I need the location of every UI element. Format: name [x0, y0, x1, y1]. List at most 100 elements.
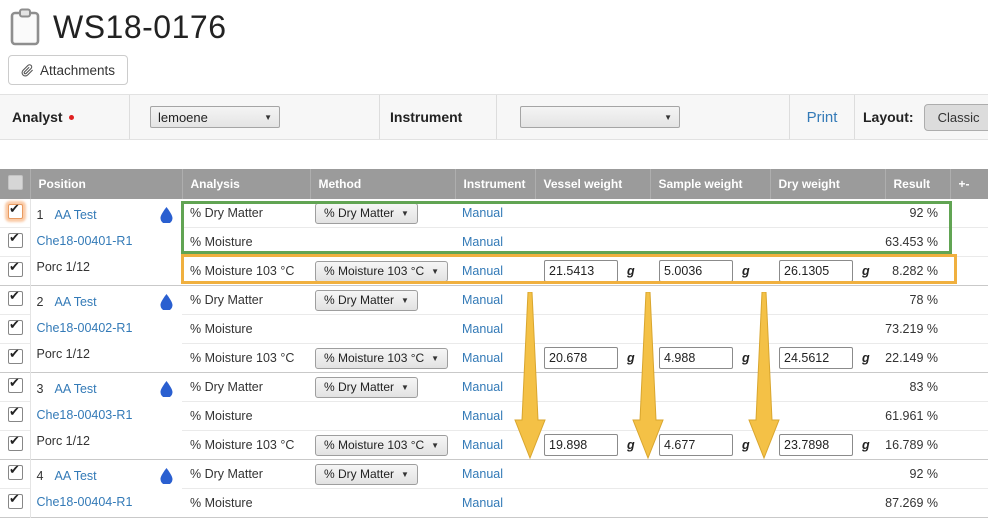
- instrument-link[interactable]: Manual: [462, 467, 503, 481]
- caret-down-icon: ▼: [431, 354, 439, 363]
- analysis-name: % Moisture 103 °C: [182, 431, 310, 460]
- worksheet-table-wrap: Position Analysis Method Instrument Vess…: [0, 169, 988, 518]
- instrument-select[interactable]: ▼: [520, 106, 680, 128]
- row-checkbox[interactable]: ✔: [8, 436, 23, 451]
- check-icon: ✔: [9, 376, 20, 389]
- instrument-link[interactable]: Manual: [462, 206, 503, 220]
- caret-down-icon: ▼: [664, 113, 672, 122]
- client-reference: Porc 1/12: [37, 254, 175, 280]
- sample-name-link[interactable]: AA Test: [55, 295, 97, 309]
- check-icon: ✔: [9, 202, 20, 215]
- method-dropdown[interactable]: % Dry Matter▼: [315, 377, 418, 398]
- select-all-checkbox[interactable]: [8, 175, 23, 190]
- check-icon: ✔: [9, 318, 20, 331]
- instrument-link[interactable]: Manual: [462, 409, 503, 423]
- sample-id-link[interactable]: Che18-00402-R1: [37, 321, 133, 335]
- page-header: WS18-0176: [10, 8, 226, 46]
- sample-id-link[interactable]: Che18-00401-R1: [37, 234, 133, 248]
- vessel-weight-input[interactable]: [544, 260, 618, 282]
- instrument-link[interactable]: Manual: [462, 380, 503, 394]
- print-cell: Print: [790, 95, 855, 139]
- sample-block: ✔3AA TestChe18-00403-R1Porc 1/12% Dry Ma…: [0, 373, 988, 460]
- method-dropdown[interactable]: % Moisture 103 °C▼: [315, 435, 448, 456]
- row-checkbox[interactable]: ✔: [8, 291, 23, 306]
- row-checkbox[interactable]: ✔: [8, 407, 23, 422]
- sample-id-link[interactable]: Che18-00404-R1: [37, 495, 133, 509]
- row-checkbox[interactable]: ✔: [8, 262, 23, 277]
- row-checkbox[interactable]: ✔: [8, 320, 23, 335]
- layout-label: Layout:: [863, 109, 914, 125]
- result-value: 63.453 %: [885, 228, 950, 257]
- method-dropdown[interactable]: % Moisture 103 °C ▼: [315, 261, 448, 282]
- method-dropdown[interactable]: % Moisture 103 °C▼: [315, 348, 448, 369]
- dry-weight-input[interactable]: [779, 434, 853, 456]
- analysis-row: ✔3AA TestChe18-00403-R1Porc 1/12% Dry Ma…: [0, 373, 988, 402]
- instrument-link[interactable]: Manual: [462, 322, 503, 336]
- method-dropdown[interactable]: % Dry Matter▼: [315, 203, 418, 224]
- caret-down-icon: ▼: [431, 267, 439, 276]
- page-title: WS18-0176: [53, 9, 226, 46]
- sample-weight-input[interactable]: [659, 347, 733, 369]
- method-dropdown[interactable]: % Dry Matter▼: [315, 464, 418, 485]
- add-remove-cell: [950, 286, 988, 315]
- sample-id-link[interactable]: Che18-00403-R1: [37, 408, 133, 422]
- method-dropdown[interactable]: % Dry Matter▼: [315, 290, 418, 311]
- unit-label: g: [742, 264, 750, 278]
- instrument-link[interactable]: Manual: [462, 438, 503, 452]
- result-value: 78 %: [885, 286, 950, 315]
- header-add-remove: +-: [950, 169, 988, 199]
- sample-weight-input[interactable]: [659, 260, 733, 282]
- row-checkbox[interactable]: ✔: [8, 204, 23, 219]
- add-remove-cell: [950, 199, 988, 228]
- sample-weight-input[interactable]: [659, 434, 733, 456]
- add-remove-cell: [950, 315, 988, 344]
- unit-label: g: [862, 351, 870, 365]
- analyst-cell: Analyst: [0, 95, 130, 139]
- header-instrument: Instrument: [455, 169, 535, 199]
- row-checkbox[interactable]: ✔: [8, 465, 23, 480]
- row-checkbox[interactable]: ✔: [8, 233, 23, 248]
- analyst-select-value: lemoene: [158, 110, 208, 125]
- caret-down-icon: ▼: [431, 441, 439, 450]
- analyst-select[interactable]: lemoene ▼: [150, 106, 280, 128]
- table-header: Position Analysis Method Instrument Vess…: [0, 169, 988, 199]
- vessel-weight-input[interactable]: [544, 434, 618, 456]
- worksheet-table: Position Analysis Method Instrument Vess…: [0, 169, 988, 518]
- method-dropdown-value: % Dry Matter: [324, 293, 394, 307]
- add-remove-cell: [950, 228, 988, 257]
- analysis-name: % Dry Matter: [182, 373, 310, 402]
- check-icon: ✔: [9, 434, 20, 447]
- header-analysis: Analysis: [182, 169, 310, 199]
- sample-name-link[interactable]: AA Test: [55, 382, 97, 396]
- dry-weight-input[interactable]: [779, 347, 853, 369]
- print-link[interactable]: Print: [807, 109, 838, 126]
- row-checkbox[interactable]: ✔: [8, 349, 23, 364]
- instrument-link[interactable]: Manual: [462, 293, 503, 307]
- position-cell: 3AA TestChe18-00403-R1Porc 1/12: [30, 373, 182, 460]
- sample-block: ✔2AA TestChe18-00402-R1Porc 1/12% Dry Ma…: [0, 286, 988, 373]
- instrument-link[interactable]: Manual: [462, 235, 503, 249]
- attachments-button[interactable]: Attachments: [8, 55, 128, 85]
- caret-down-icon: ▼: [264, 113, 272, 122]
- unit-label: g: [742, 351, 750, 365]
- sample-block: ✔4AA TestChe18-00404-R1% Dry Matter% Dry…: [0, 460, 988, 518]
- check-icon: ✔: [9, 347, 20, 360]
- method-dropdown-value: % Moisture 103 °C: [324, 264, 424, 278]
- instrument-link[interactable]: Manual: [462, 351, 503, 365]
- sample-name-link[interactable]: AA Test: [55, 208, 97, 222]
- unit-label: g: [627, 351, 635, 365]
- row-checkbox[interactable]: ✔: [8, 378, 23, 393]
- instrument-link[interactable]: Manual: [462, 496, 503, 510]
- header-sample-weight: Sample weight: [650, 169, 770, 199]
- header-vessel-weight: Vessel weight: [535, 169, 650, 199]
- dry-weight-input[interactable]: [779, 260, 853, 282]
- add-remove-cell: [950, 402, 988, 431]
- check-icon: ✔: [9, 405, 20, 418]
- row-checkbox[interactable]: ✔: [8, 494, 23, 509]
- sample-name-link[interactable]: AA Test: [55, 469, 97, 483]
- instrument-link[interactable]: Manual: [462, 264, 503, 278]
- instrument-label-cell: Instrument: [380, 95, 497, 139]
- vessel-weight-input[interactable]: [544, 347, 618, 369]
- position-number: 2: [37, 289, 47, 315]
- layout-classic-button[interactable]: Classic: [924, 104, 988, 131]
